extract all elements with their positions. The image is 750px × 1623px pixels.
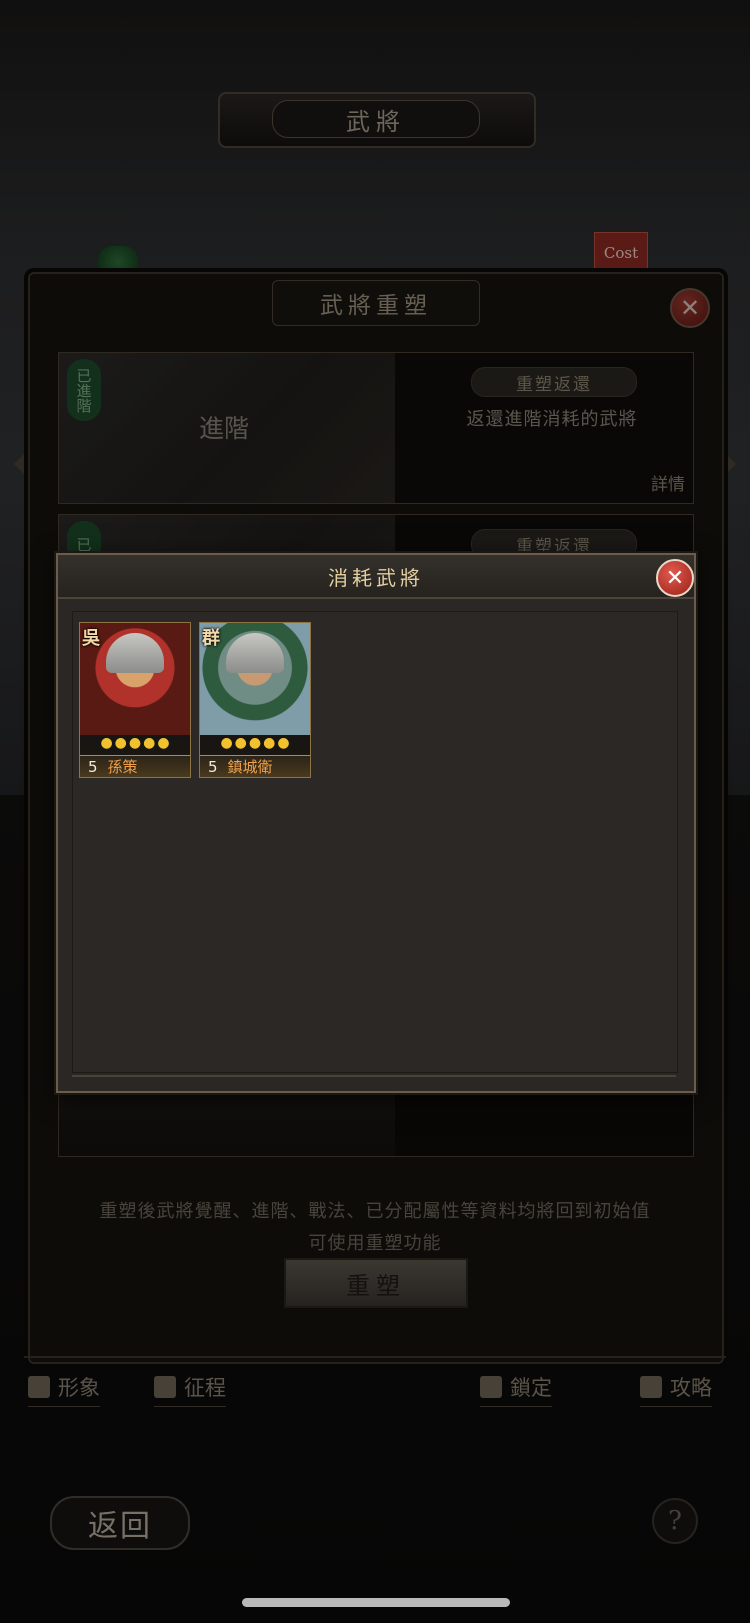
modal-title: 消耗武將 — [328, 565, 424, 590]
general-nameplate: 5 孫策 — [80, 755, 190, 777]
star-rating: ● ● ● ● ● — [200, 735, 310, 755]
star-icon: ● — [234, 735, 247, 751]
general-cost: 5 — [208, 757, 218, 776]
star-icon: ● — [114, 735, 127, 751]
star-icon: ● — [220, 735, 233, 751]
faction-badge: 吳 — [82, 628, 100, 649]
home-indicator[interactable] — [242, 1598, 510, 1607]
star-icon: ● — [277, 735, 290, 751]
star-icon: ● — [100, 735, 113, 751]
star-icon: ● — [248, 735, 262, 751]
faction-badge: 群 — [202, 628, 220, 649]
general-cost: 5 — [88, 757, 98, 776]
consume-generals-modal: 消耗武將 ✕ 吳 ● ● ● ● ● 5 孫策 群 ● ● ● ● ● 5 鎮城衛 — [56, 553, 696, 1093]
general-list: 吳 ● ● ● ● ● 5 孫策 群 ● ● ● ● ● 5 鎮城衛 — [72, 611, 678, 1073]
close-icon[interactable]: ✕ — [656, 559, 694, 597]
general-name: 鎮城衛 — [227, 758, 273, 776]
general-nameplate: 5 鎮城衛 — [200, 755, 310, 777]
star-icon: ● — [128, 735, 142, 751]
star-rating: ● ● ● ● ● — [80, 735, 190, 755]
star-icon: ● — [157, 735, 170, 751]
star-icon: ● — [143, 735, 156, 751]
star-icon: ● — [263, 735, 276, 751]
general-card-zhen-cheng-wei[interactable]: 群 ● ● ● ● ● 5 鎮城衛 — [199, 622, 311, 778]
modal-footer-divider — [72, 1075, 676, 1077]
general-name: 孫策 — [107, 758, 138, 776]
general-card-sun-ce[interactable]: 吳 ● ● ● ● ● 5 孫策 — [79, 622, 191, 778]
